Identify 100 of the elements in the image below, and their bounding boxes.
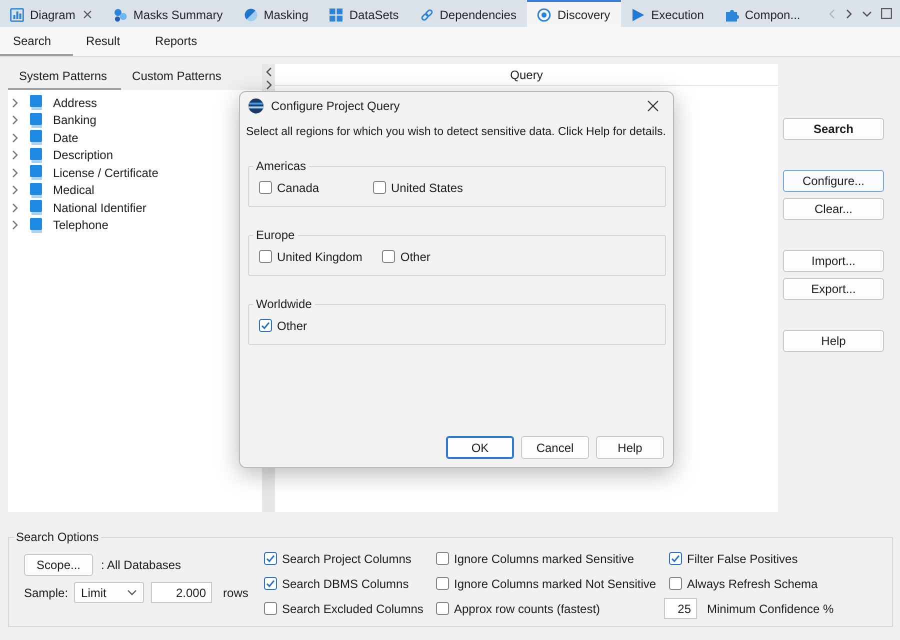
chevron-right-icon[interactable]: [264, 80, 272, 90]
tree-item[interactable]: Telephone: [8, 216, 108, 234]
tab[interactable]: Diagram: [0, 0, 104, 27]
globe-icon: [248, 98, 264, 114]
tab[interactable]: Discovery: [527, 0, 622, 27]
checkbox-label: Search Project Columns: [282, 552, 412, 566]
chevron-down-icon[interactable]: [862, 10, 872, 18]
tab[interactable]: DataSets: [319, 0, 410, 27]
dialog-button[interactable]: Cancel: [521, 436, 589, 459]
checkbox-label: Other: [400, 250, 430, 264]
close-icon[interactable]: [647, 100, 659, 112]
checkbox-label: Other: [277, 318, 308, 332]
book-icon: [30, 148, 42, 163]
unit-label: rows: [223, 586, 248, 600]
maximize-icon[interactable]: [881, 8, 892, 19]
chevron-down-icon: [127, 589, 138, 596]
chevron-right-icon[interactable]: [845, 8, 853, 18]
chevron-right-icon[interactable]: [10, 168, 20, 178]
sub-tab[interactable]: Search: [0, 27, 74, 56]
dialog-button[interactable]: OK: [446, 436, 514, 459]
sub-tab[interactable]: Reports: [142, 27, 220, 56]
action-button[interactable]: Clear...: [783, 198, 884, 220]
checkbox-label: Ignore Columns marked Not Sensitive: [454, 576, 656, 590]
chevron-right-icon[interactable]: [10, 115, 20, 126]
tree-item[interactable]: Date: [8, 129, 78, 146]
chevron-right-icon[interactable]: [10, 132, 20, 143]
close-icon[interactable]: [83, 10, 92, 19]
confidence-field[interactable]: 25: [664, 598, 697, 619]
action-button[interactable]: Help: [783, 330, 884, 352]
field-label: Minimum Confidence %: [707, 602, 834, 616]
target-icon: [537, 8, 552, 22]
action-button[interactable]: Configure...: [783, 170, 884, 192]
chevron-left-icon[interactable]: [264, 67, 272, 77]
chart-icon: [10, 8, 24, 22]
tree-item[interactable]: Address: [8, 94, 98, 112]
checkbox[interactable]: [264, 552, 277, 565]
checkbox[interactable]: [373, 181, 386, 194]
checkbox-label: United Kingdom: [277, 250, 362, 264]
chevron-right-icon[interactable]: [10, 98, 20, 108]
book-icon: [30, 165, 42, 180]
checkbox[interactable]: [264, 577, 277, 590]
checkbox[interactable]: [259, 319, 272, 332]
dialog-title: Configure Project Query: [271, 99, 400, 113]
group-title: Americas: [255, 159, 308, 173]
half-circle-icon: [244, 8, 258, 22]
checkbox[interactable]: [669, 577, 682, 590]
checkbox[interactable]: [264, 602, 277, 615]
group-title: Worldwide: [255, 297, 313, 311]
scope-value: : All Databases: [101, 558, 182, 572]
play-icon: [631, 8, 646, 22]
tree-item[interactable]: Banking: [8, 112, 96, 129]
action-button[interactable]: Import...: [783, 250, 884, 272]
action-button[interactable]: Export...: [783, 278, 884, 300]
grid-icon: [329, 8, 344, 22]
book-icon: [30, 95, 42, 110]
tree-item[interactable]: National Identifier: [8, 199, 146, 216]
book-icon: [30, 130, 42, 146]
chevron-right-icon[interactable]: [10, 185, 20, 196]
sample-dropdown[interactable]: Limit: [74, 582, 144, 603]
checkbox-label: Canada: [277, 180, 320, 194]
checkbox-label: Ignore Columns marked Sensitive: [454, 552, 634, 566]
checkbox[interactable]: [259, 181, 272, 194]
group-title: Search Options: [15, 530, 100, 544]
checkbox[interactable]: [669, 552, 682, 565]
pattern-tab[interactable]: Custom Patterns: [121, 64, 236, 90]
link-icon: [420, 8, 434, 22]
tab[interactable]: Dependencies: [410, 0, 528, 27]
checkbox[interactable]: [436, 577, 449, 590]
dialog-message: Select all regions for which you wish to detect sensitive data. Click Help for details.: [245, 125, 667, 138]
book-icon: [30, 112, 42, 128]
chevron-right-icon[interactable]: [10, 202, 20, 213]
checkbox-label: Filter False Positives: [687, 552, 798, 566]
checkbox[interactable]: [382, 250, 396, 263]
tree-item[interactable]: Description: [8, 146, 114, 164]
tab[interactable]: Execution: [621, 0, 715, 27]
book-icon: [30, 200, 42, 216]
tab[interactable]: Masking: [234, 0, 320, 27]
checkbox-label: Search DBMS Columns: [282, 576, 409, 590]
checkbox[interactable]: [259, 250, 272, 263]
checkbox[interactable]: [436, 602, 449, 615]
puzzle-icon: [724, 8, 739, 22]
tree-item[interactable]: Medical: [8, 182, 94, 199]
circles-icon: [113, 8, 128, 22]
checkbox-label: Always Refresh Schema: [687, 576, 818, 590]
rows-field[interactable]: 2.000: [151, 582, 212, 603]
chevron-right-icon[interactable]: [10, 220, 20, 230]
action-button[interactable]: Search: [783, 118, 884, 140]
tree-item[interactable]: License / Certificate: [8, 164, 158, 182]
chevron-right-icon[interactable]: [10, 150, 20, 160]
tab[interactable]: Masks Summary: [103, 0, 234, 27]
dialog-button[interactable]: Help: [596, 436, 664, 459]
query-title: Query: [510, 68, 543, 82]
group-title: Europe: [255, 228, 296, 242]
scope-button[interactable]: Scope...: [24, 554, 93, 576]
tab[interactable]: Compon...: [714, 0, 812, 27]
book-icon: [30, 182, 42, 198]
sub-tab[interactable]: Result: [73, 27, 142, 56]
checkbox-label: Approx row counts (fastest): [454, 602, 600, 616]
checkbox-label: Search Excluded Columns: [282, 602, 424, 616]
checkbox[interactable]: [436, 552, 449, 565]
